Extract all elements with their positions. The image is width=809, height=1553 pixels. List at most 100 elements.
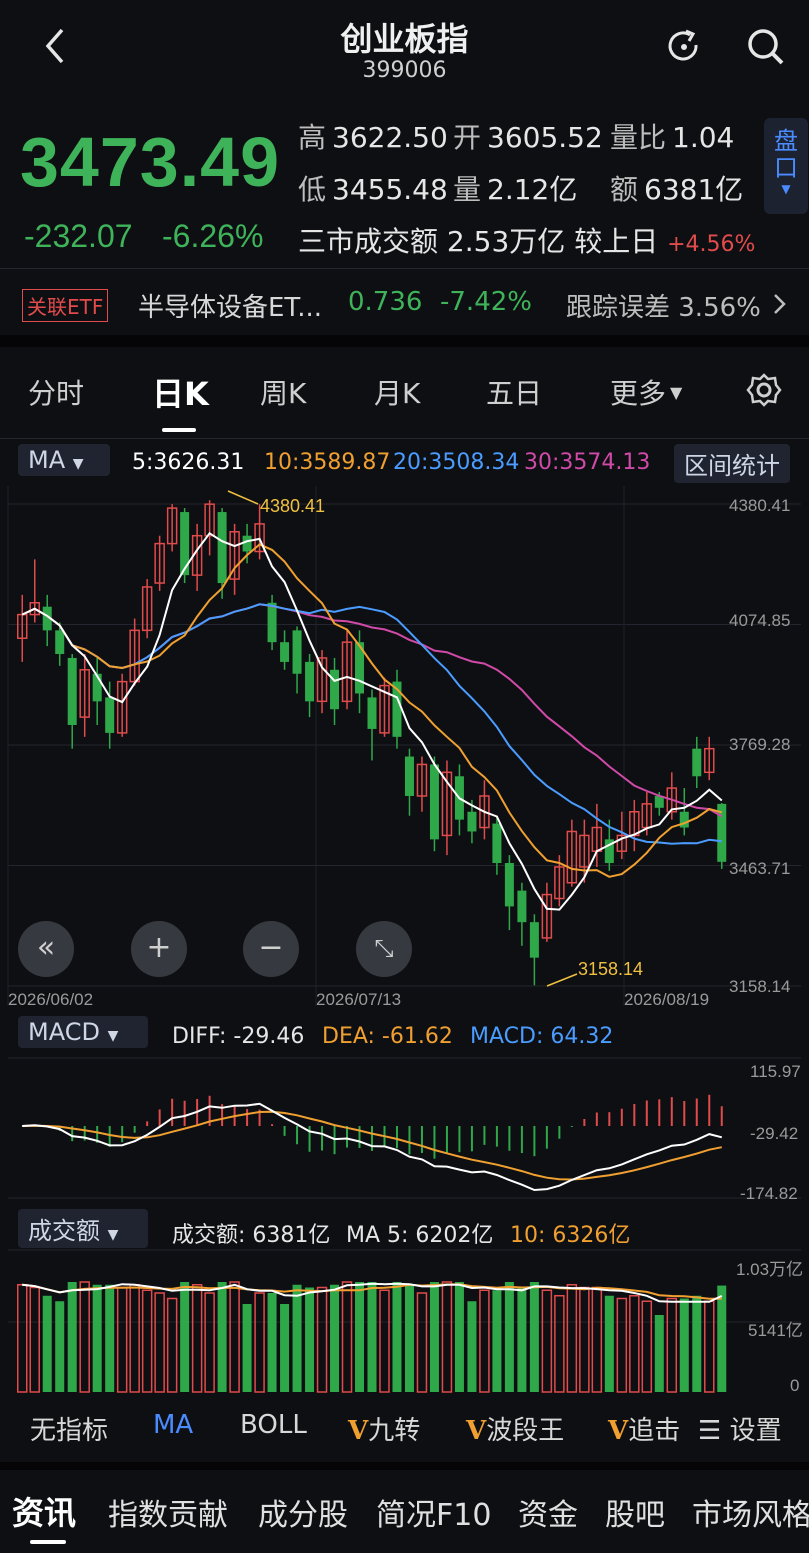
turnover-bar (217, 1282, 227, 1392)
turnover-bar (467, 1301, 477, 1392)
date-axis-label: 2026/06/02 (8, 990, 94, 1009)
turnover-bar (416, 1292, 428, 1393)
tab-more[interactable]: 更多 (610, 372, 666, 412)
turnover-selector[interactable]: 成交额 ▼ (18, 1209, 148, 1248)
low-marker-line (546, 973, 578, 987)
indicator-jiuzhuan[interactable]: V九转 (348, 1410, 420, 1447)
chevron-down-icon: ▼ (781, 182, 791, 196)
market-turnover: 三市成交额 2.53万亿 较上日 +4.56% (298, 225, 756, 258)
macd-axis-label: -174.82 (740, 1184, 798, 1203)
fullscreen-icon[interactable]: ⤡ (356, 921, 412, 977)
caret-down-icon: ▼ (107, 1028, 119, 1044)
turnover-bar (717, 1285, 727, 1392)
ma5-value: 5:3626.31 (132, 450, 245, 475)
candle (404, 756, 414, 796)
turnover-bar (92, 1284, 102, 1392)
v-badge-icon: V (608, 1416, 629, 1446)
turnover-bar (441, 1281, 453, 1393)
etf-tracking: 跟踪误差 3.56% (566, 293, 761, 323)
turnover-bar (341, 1281, 353, 1393)
turnover-bar (16, 1284, 28, 1393)
macd-diff: DIFF: -29.46 (172, 1024, 305, 1049)
etf-price: 0.736 (348, 287, 423, 317)
high-annotation: 4380.41 (260, 496, 326, 516)
turnover-bar (129, 1284, 140, 1393)
tab-weekly-k[interactable]: 周K (260, 372, 306, 412)
stat-amount: 额 6381亿 (610, 173, 744, 206)
sliders-icon: ☰ (698, 1416, 722, 1446)
turnover-bar (154, 1292, 165, 1393)
last-price: 3473.49 (20, 123, 281, 201)
candle (305, 661, 315, 702)
turnover-bar (191, 1284, 203, 1393)
turnover-bar (116, 1286, 128, 1393)
indicator-zhuiji[interactable]: V追击 (608, 1410, 680, 1447)
indicator-ma[interactable]: MA (153, 1410, 193, 1440)
turnover-bar (316, 1286, 328, 1393)
indicator-none[interactable]: 无指标 (30, 1410, 108, 1447)
chevron-right-icon[interactable] (772, 292, 788, 320)
nav-news[interactable]: 资讯 (12, 1488, 76, 1534)
indicator-settings[interactable]: ☰ 设置 (698, 1410, 782, 1447)
candle (492, 823, 502, 864)
turnover-bar (579, 1286, 590, 1393)
ma-selector[interactable]: MA ▼ (18, 444, 110, 476)
date-axis-label: 2026/08/19 (624, 990, 710, 1009)
ma10-value: 10:3589.87 (264, 450, 391, 475)
indicator-boll[interactable]: BOLL (240, 1410, 307, 1440)
turnover-chart[interactable] (0, 1248, 809, 1396)
etf-tag: 关联ETF (22, 289, 109, 322)
macd-dea: DEA: -61.62 (322, 1024, 453, 1049)
turnover-ma5: MA 5: 6202亿 (346, 1223, 494, 1248)
low-annotation: 3158.14 (578, 959, 644, 979)
v-badge-icon: V (466, 1416, 487, 1446)
tab-monthly-k[interactable]: 月K (374, 372, 420, 412)
nav-forum[interactable]: 股吧 (605, 1490, 665, 1534)
scroll-left-icon[interactable]: « (18, 921, 74, 977)
turnover-bar (242, 1304, 252, 1392)
turnover-bar (679, 1298, 689, 1392)
stat-open: 开 3605.52 (453, 121, 603, 154)
turnover-bar (492, 1290, 502, 1392)
turnover-bar (254, 1292, 265, 1393)
tab-intraday[interactable]: 分时 (28, 372, 84, 412)
tab-daily-k[interactable]: 日K (152, 369, 209, 415)
candle (504, 863, 514, 907)
price-axis-label: 3158.14 (729, 977, 791, 996)
turnover-bar (166, 1297, 178, 1393)
refresh-icon[interactable] (662, 25, 706, 69)
turnover-bar (42, 1295, 52, 1392)
candle (367, 697, 377, 729)
turnover-bar (29, 1286, 40, 1393)
zoom-out-icon[interactable]: − (243, 921, 299, 977)
nav-market-style[interactable]: 市场风格 (692, 1490, 809, 1534)
ma30-value: 30:3574.13 (524, 450, 651, 475)
etf-name[interactable]: 半导体设备ET... (138, 287, 322, 324)
turnover-bar (692, 1295, 702, 1392)
nav-funds[interactable]: 资金 (518, 1490, 578, 1534)
tab-five-day[interactable]: 五日 (486, 372, 542, 412)
search-icon[interactable] (744, 25, 788, 69)
macd-selector[interactable]: MACD ▼ (18, 1016, 148, 1048)
interval-stats-button[interactable]: 区间统计 (674, 444, 790, 483)
turnover-bar (292, 1284, 302, 1392)
turnover-bar (404, 1284, 414, 1392)
turnover-bar (79, 1281, 90, 1393)
turnover-bar (604, 1295, 614, 1392)
turnover-bar (105, 1284, 115, 1392)
turnover-bar (379, 1289, 390, 1393)
stat-vol-ratio: 量比 1.04 (610, 121, 735, 154)
macd-chart[interactable] (0, 1056, 809, 1202)
macd-value: MACD: 64.32 (470, 1024, 614, 1049)
panko-button[interactable]: 盘口 ▼ (764, 118, 808, 214)
gear-icon[interactable] (746, 372, 782, 412)
turnover-bar (479, 1289, 490, 1393)
turnover-bar (641, 1300, 653, 1393)
price-axis-label: 4380.41 (729, 496, 791, 515)
indicator-boduan[interactable]: V波段王 (466, 1410, 564, 1447)
nav-index-contribution[interactable]: 指数贡献 (108, 1490, 228, 1534)
zoom-in-icon[interactable]: + (131, 921, 187, 977)
nav-constituents[interactable]: 成分股 (258, 1490, 348, 1534)
turnover-bar (616, 1297, 628, 1393)
nav-f10[interactable]: 简况F10 (376, 1490, 491, 1534)
